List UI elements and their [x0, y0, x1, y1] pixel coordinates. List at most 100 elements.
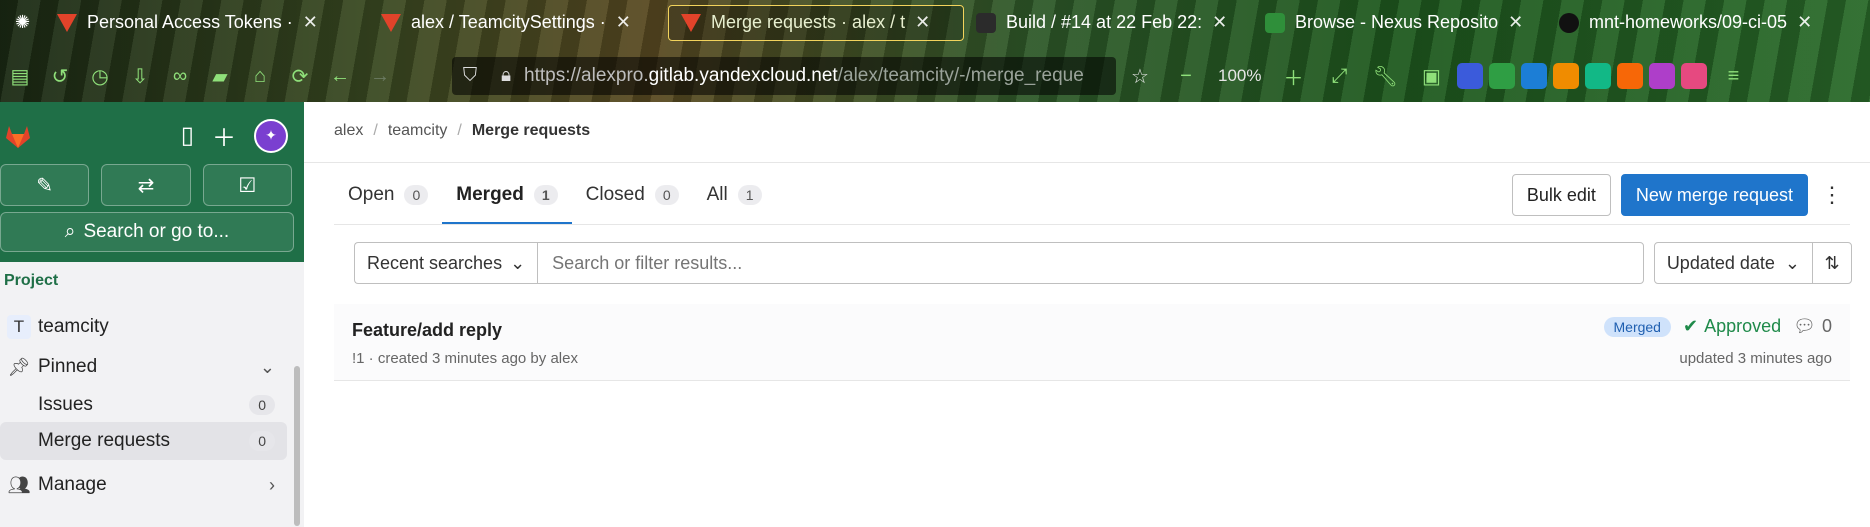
comments-count[interactable]: 💬︎ 0: [1793, 316, 1832, 337]
sidebar-project-name: teamcity: [38, 316, 109, 337]
app-menu-icon[interactable]: ✺: [0, 0, 45, 45]
new-container-icon[interactable]: ▰: [200, 56, 240, 96]
extension-icon[interactable]: [1585, 63, 1612, 89]
tab-merged[interactable]: Merged 1: [442, 166, 573, 224]
close-icon[interactable]: ✕: [1797, 12, 1812, 33]
sidebar-quick-buttons: ✎ ⇄ ☑: [0, 164, 304, 206]
gitlab-logo-icon[interactable]: [0, 116, 36, 152]
bookmark-star-icon[interactable]: ☆: [1120, 56, 1160, 96]
new-merge-request-button[interactable]: New merge request: [1620, 174, 1808, 216]
create-new-icon[interactable]: ＋: [212, 118, 236, 153]
breadcrumb-current[interactable]: Merge requests: [472, 122, 590, 140]
history-icon[interactable]: ↺: [40, 56, 80, 96]
extension-icon[interactable]: [1521, 63, 1548, 89]
breadcrumb-item[interactable]: alex: [334, 122, 363, 140]
extension-icon[interactable]: [1617, 63, 1644, 89]
extension-icon[interactable]: [1681, 63, 1708, 89]
tab-closed[interactable]: Closed 0: [572, 166, 693, 224]
tools-wrench-icon[interactable]: 🔧︎: [1365, 56, 1405, 96]
sidebar-pinned-toggle[interactable]: 📌︎ Pinned ⌄: [0, 348, 287, 386]
breadcrumb-separator: /: [373, 122, 378, 139]
back-icon[interactable]: ←: [320, 56, 360, 96]
bulk-edit-button[interactable]: Bulk edit: [1511, 174, 1611, 216]
extension-icon[interactable]: [1553, 63, 1580, 89]
sidebar-item-count: 0: [249, 395, 275, 415]
status-badge: Merged: [1603, 316, 1671, 337]
sidebar-item-merge-requests[interactable]: Merge requests 0: [0, 422, 287, 460]
tabs-divider: [334, 224, 1850, 225]
close-icon[interactable]: ✕: [303, 12, 318, 33]
sidebar-project[interactable]: T teamcity: [0, 308, 287, 346]
sort-direction-icon[interactable]: ⇅: [1813, 243, 1851, 283]
nexus-favicon-icon: [1265, 12, 1285, 33]
private-browsing-icon[interactable]: ∞: [160, 56, 200, 96]
search-icon: ⌕: [64, 221, 76, 242]
recent-searches-dropdown[interactable]: Recent searches ⌄: [354, 242, 538, 284]
sidebar-item-label: Merge requests: [38, 430, 171, 451]
collapse-sidebar-icon[interactable]: ▯: [181, 121, 194, 150]
sidebar-header: ▯ ＋ ✦ ✎ ⇄ ☑ ⌕ Search or go to...: [0, 102, 304, 262]
gitlab-favicon-icon: [381, 13, 401, 33]
todo-shortcut-button[interactable]: ☑: [202, 164, 292, 206]
merge-requests-shortcut-button[interactable]: ⇄: [101, 164, 191, 206]
browser-tab-4[interactable]: Browse - Nexus Reposito ✕: [1253, 6, 1547, 40]
avatar[interactable]: ✦: [254, 118, 288, 153]
browser-tab-0[interactable]: Personal Access Tokens · ✕: [45, 6, 369, 40]
forward-icon[interactable]: →: [360, 56, 400, 96]
reload-icon[interactable]: ⟳: [280, 56, 320, 96]
tab-all[interactable]: All 1: [693, 166, 776, 224]
tab-label: All: [706, 184, 728, 205]
sidebar-search-button[interactable]: ⌕ Search or go to...: [0, 212, 294, 252]
gitlab-favicon-icon: [57, 13, 77, 33]
mr-title[interactable]: Feature/add reply: [352, 320, 502, 341]
merge-request-row[interactable]: Feature/add reply !1 · created 3 minutes…: [334, 304, 1850, 381]
sidebar-pinned-label: Pinned: [38, 356, 98, 377]
tab-title: alex / TeamcitySettings ·: [411, 12, 606, 32]
sidebar-toggle-icon[interactable]: ▤: [0, 56, 40, 96]
extension-icon[interactable]: [1457, 63, 1484, 89]
extension-icon[interactable]: [1649, 63, 1676, 89]
extension-icon[interactable]: [1489, 63, 1516, 89]
tab-title: Build / #14 at 22 Feb 22:: [1006, 12, 1203, 32]
search-input[interactable]: [537, 242, 1644, 284]
url-bar[interactable]: ⛉ 🔒︎ https://alexpro. gitlab.yandexcloud…: [452, 57, 1116, 95]
close-icon[interactable]: ✕: [616, 12, 631, 33]
browser-tab-1[interactable]: alex / TeamcitySettings · ✕: [369, 6, 668, 40]
home-icon[interactable]: ⌂: [240, 56, 280, 96]
sidebar-item-manage[interactable]: 👥︎ Manage ›: [0, 466, 287, 504]
sidebar-item-issues[interactable]: Issues 0: [0, 386, 287, 424]
sort-field-dropdown[interactable]: Updated date ⌄: [1655, 243, 1813, 283]
download-icon[interactable]: ⇩: [120, 56, 160, 96]
browser-tab-2-active[interactable]: Merge requests · alex / t ✕: [668, 4, 964, 41]
more-actions-icon[interactable]: ⋮: [1818, 175, 1846, 215]
fullscreen-icon[interactable]: ⤢: [1319, 56, 1359, 96]
filter-bar: Recent searches ⌄ Updated date ⌄ ⇅: [354, 242, 1852, 284]
breadcrumb-item[interactable]: teamcity: [388, 122, 448, 140]
tab-open[interactable]: Open 0: [334, 166, 442, 224]
mr-state-tabs: Open 0 Merged 1 Closed 0 All 1: [334, 166, 776, 224]
close-icon[interactable]: ✕: [1212, 12, 1227, 33]
tab-count: 1: [737, 185, 762, 205]
browser-tab-3[interactable]: Build / #14 at 22 Feb 22: ✕: [964, 6, 1253, 40]
teamcity-favicon-icon: [976, 12, 996, 33]
zoom-in-icon[interactable]: ＋: [1273, 56, 1313, 96]
sidebar-scrollbar[interactable]: [294, 366, 300, 526]
sidebar-section-title: Project: [4, 272, 59, 289]
recent-searches-label: Recent searches: [367, 252, 503, 273]
zoom-out-icon[interactable]: −: [1166, 56, 1206, 96]
chevron-right-icon: ›: [269, 474, 275, 495]
tab-title: Merge requests · alex / t: [711, 12, 906, 32]
zoom-level[interactable]: 100%: [1212, 66, 1267, 86]
issues-shortcut-button[interactable]: ✎: [0, 164, 90, 206]
tab-count: 0: [654, 185, 679, 205]
menu-icon[interactable]: ≡: [1713, 56, 1753, 96]
close-icon[interactable]: ✕: [1508, 12, 1523, 33]
shield-icon[interactable]: ⛉: [452, 65, 488, 87]
lock-icon[interactable]: 🔒︎: [488, 65, 524, 87]
close-icon[interactable]: ✕: [915, 12, 930, 33]
pocket-icon[interactable]: ▣: [1411, 56, 1451, 96]
left-sidebar: ▯ ＋ ✦ ✎ ⇄ ☑ ⌕ Search or go to... Project…: [0, 102, 304, 527]
browser-tab-5[interactable]: mnt-homeworks/09-ci-05 ✕: [1547, 6, 1841, 40]
clock-icon[interactable]: ◷: [80, 56, 120, 96]
approval-status: ✔︎ Approved: [1683, 316, 1781, 337]
